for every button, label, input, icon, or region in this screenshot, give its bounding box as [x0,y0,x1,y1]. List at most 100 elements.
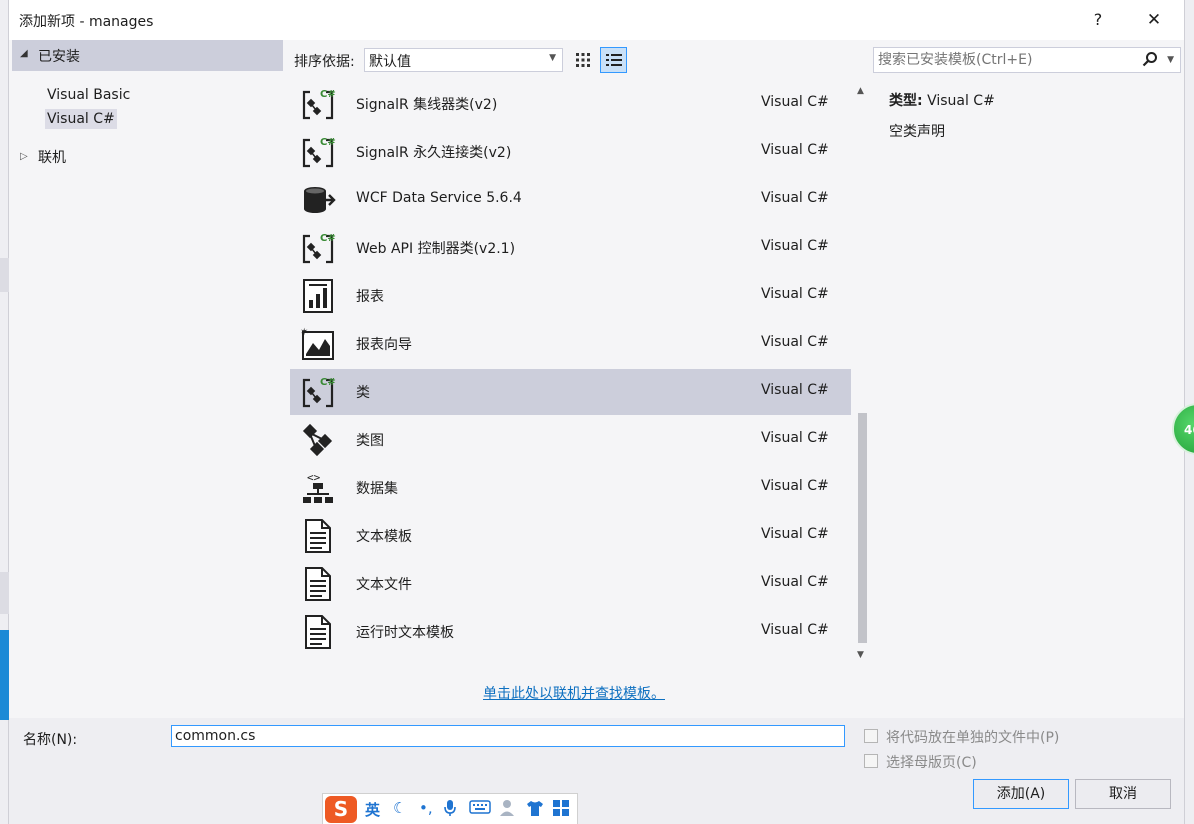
checkbox-label: 将代码放在单独的文件中(P) [886,730,1060,746]
collapsed-arrow-icon[interactable]: ▷ [20,151,28,162]
list-view-icon[interactable] [600,47,627,73]
punctuation-icon[interactable]: •, [419,799,433,817]
template-row[interactable]: C# SignalR 永久连接类(v2) Visual C# [290,129,851,175]
toolbox-grid-icon[interactable] [552,799,570,821]
sort-dropdown[interactable]: 默认值 ▼ [364,48,563,72]
template-name: 运行时文本模板 [356,625,454,641]
template-type: Visual C# [761,238,829,254]
template-type: Visual C# [761,382,829,398]
window-title: 添加新项 - manages [19,14,154,30]
template-row[interactable]: <> 数据集 Visual C# [290,465,851,511]
database-service-icon [300,182,336,218]
template-name: 类 [356,385,370,401]
template-type: Visual C# [761,478,829,494]
report-wizard-icon: ✶ [300,326,336,362]
template-row[interactable]: C# SignalR 集线器类(v2) Visual C# [290,81,851,127]
type-label: 类型: [889,93,923,109]
search-input[interactable] [878,51,1140,69]
checkbox-box[interactable] [864,729,878,743]
template-row[interactable]: C# 类 Visual C# [290,369,851,415]
tree-node-label: 联机 [38,150,66,166]
template-type: Visual C# [761,142,829,158]
text-file-icon [300,566,336,602]
template-row[interactable]: 文本文件 Visual C# [290,561,851,607]
template-row[interactable]: ✶ 报表向导 Visual C# [290,321,851,367]
add-button[interactable]: 添加(A) [973,779,1069,809]
template-type: Visual C# [761,430,829,446]
cancel-button[interactable]: 取消 [1075,779,1171,809]
template-name: SignalR 集线器类(v2) [356,97,498,113]
category-tree: ◢ 已安装 Visual Basic Visual C# ▷ 联机 [12,40,283,718]
template-row[interactable]: 类图 Visual C# [290,417,851,463]
search-icon[interactable] [1142,51,1158,71]
user-icon[interactable] [499,799,519,821]
scroll-down-arrow-icon[interactable]: ▼ [857,650,864,660]
dataset-icon: <> [300,470,336,506]
background-strip [9,816,1184,824]
text-file-icon [300,614,336,650]
csharp-class-icon: C# [300,134,336,170]
template-type: Visual C# [761,190,829,206]
template-type: Visual C# [761,622,829,638]
class-diagram-icon [300,422,336,458]
background-panel [0,258,9,292]
scrollbar-thumb[interactable] [858,413,867,643]
template-type: Visual C# [761,526,829,542]
template-row[interactable]: WCF Data Service 5.6.4 Visual C# [290,177,851,223]
template-name: 报表向导 [356,337,412,353]
tree-node-installed[interactable]: ◢ 已安装 [12,40,283,71]
svg-text:C#: C# [320,233,336,244]
grid-view-icon[interactable] [571,48,595,72]
template-name: 类图 [356,433,384,449]
report-icon [300,278,336,314]
template-list: C# SignalR 集线器类(v2) Visual C# C# SignalR 永久连… [290,80,872,665]
name-input[interactable] [171,725,845,747]
help-button[interactable]: ? [1081,4,1115,36]
name-label: 名称(N): [23,732,78,748]
template-name: Web API 控制器类(v2.1) [356,241,516,257]
template-row[interactable]: 运行时文本模板 Visual C# [290,609,851,655]
template-name: 数据集 [356,481,398,497]
skin-shirt-icon[interactable] [526,799,544,821]
ime-language-toggle[interactable]: 英 [365,799,380,820]
online-templates-link[interactable]: 单击此处以联机并查找模板。 [483,683,665,703]
template-name: 报表 [356,289,384,305]
tree-item-visual-basic[interactable]: Visual Basic [45,85,132,105]
template-name: SignalR 永久连接类(v2) [356,145,512,161]
svg-text:C#: C# [320,89,336,100]
template-row[interactable]: C# Web API 控制器类(v2.1) Visual C# [290,225,851,271]
svg-text:C#: C# [320,377,336,388]
dropdown-arrow-icon[interactable]: ▼ [1167,55,1174,65]
microphone-icon[interactable] [443,799,457,821]
template-type: Visual C# [761,334,829,350]
csharp-class-icon: C# [300,374,336,410]
bottom-panel: 名称(N): 将代码放在单独的文件中(P) 选择母版页(C) 添加(A) 取消 [9,718,1184,824]
template-row[interactable]: 报表 Visual C# [290,273,851,319]
vertical-scrollbar[interactable]: ▲ ▼ [853,80,872,665]
csharp-class-icon: C# [300,230,336,266]
sort-label: 排序依据: [294,54,355,70]
title-bar: 添加新项 - manages ? ✕ [9,0,1184,40]
svg-text:C#: C# [320,137,336,148]
checkbox-box[interactable] [864,754,878,768]
sogou-logo-icon[interactable]: S [325,796,357,823]
code-file-checkbox[interactable]: 将代码放在单独的文件中(P) [864,727,1164,747]
checkbox-label: 选择母版页(C) [886,755,977,771]
scroll-up-arrow-icon[interactable]: ▲ [857,86,864,96]
tree-item-visual-csharp[interactable]: Visual C# [45,109,117,129]
template-description: 空类声明 [889,124,945,140]
close-button[interactable]: ✕ [1134,4,1174,36]
add-new-item-dialog: ◢ 已安装 Visual Basic Visual C# ▷ 联机 排序依据: … [9,40,1184,824]
sort-value: 默认值 [369,54,411,70]
template-type: Visual C# [761,286,829,302]
half-width-icon[interactable]: ☾ [393,799,406,817]
text-file-icon [300,518,336,554]
template-search-box[interactable]: ▼ [873,47,1181,73]
background-ide-left [0,0,9,824]
svg-text:<>: <> [307,471,321,484]
expanded-arrow-icon[interactable]: ◢ [20,48,28,59]
keyboard-icon[interactable] [469,799,491,819]
template-row[interactable]: 文本模板 Visual C# [290,513,851,559]
master-page-checkbox[interactable]: 选择母版页(C) [864,752,1164,772]
template-name: 文本文件 [356,577,412,593]
